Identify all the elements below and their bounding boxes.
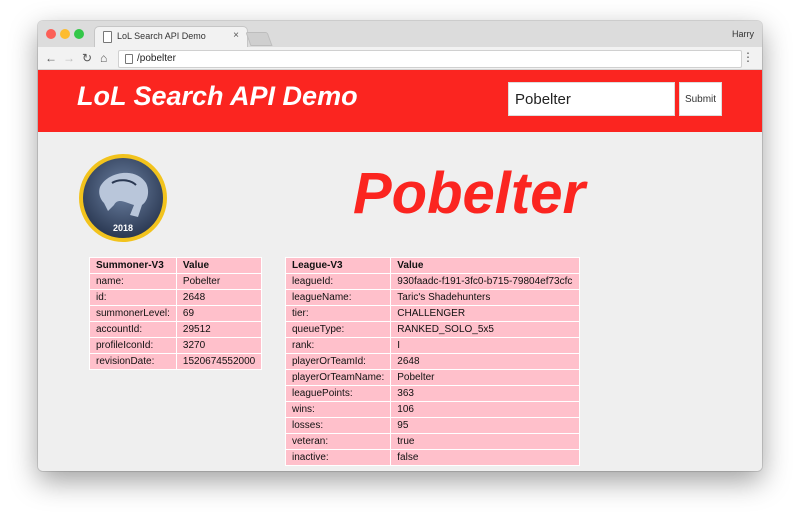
page-content: LoL Search API Demo Submit 2018 Pobelter… (38, 70, 762, 471)
field-value: 2648 (176, 290, 262, 305)
table-row: playerOrTeamName: Pobelter (286, 370, 580, 385)
field-name: losses: (286, 418, 391, 433)
profile-name[interactable]: Harry (732, 29, 754, 39)
address-bar[interactable]: /pobelter (118, 50, 742, 68)
table-row: wins: 106 (286, 402, 580, 417)
search-input[interactable] (508, 82, 675, 116)
field-name: leagueId: (286, 274, 391, 289)
new-tab-button[interactable] (245, 32, 273, 46)
summoner-name-heading: Pobelter (353, 161, 586, 226)
page-icon (125, 54, 133, 64)
column-header: Summoner-V3 (90, 258, 176, 273)
browser-toolbar: ← → ↻ ⌂ /pobelter ⋮ (38, 47, 762, 70)
table-row: losses: 95 (286, 418, 580, 433)
field-name: id: (90, 290, 176, 305)
field-value: Pobelter (391, 370, 580, 385)
column-header: Value (391, 258, 580, 273)
table-row: accountId: 29512 (90, 322, 262, 337)
field-name: queueType: (286, 322, 391, 337)
browser-tab[interactable]: LoL Search API Demo × (95, 27, 247, 47)
reload-icon[interactable]: ↻ (82, 50, 92, 66)
page-icon (103, 31, 112, 43)
tab-title: LoL Search API Demo (117, 31, 206, 41)
field-name: rank: (286, 338, 391, 353)
table-row: rank: I (286, 338, 580, 353)
field-name: leagueName: (286, 290, 391, 305)
table-row: id: 2648 (90, 290, 262, 305)
table-header-row: Summoner-V3 Value (90, 258, 262, 273)
forward-icon[interactable]: → (63, 50, 75, 66)
column-header: League-V3 (286, 258, 391, 273)
table-row: leagueName: Taric's Shadehunters (286, 290, 580, 305)
field-name: playerOrTeamId: (286, 354, 391, 369)
field-name: wins: (286, 402, 391, 417)
field-value: 363 (391, 386, 580, 401)
table-row: inactive: false (286, 450, 580, 465)
field-value: I (391, 338, 580, 353)
home-icon[interactable]: ⌂ (100, 50, 107, 66)
table-header-row: League-V3 Value (286, 258, 580, 273)
zoom-window-button[interactable] (74, 29, 84, 39)
table-row: playerOrTeamId: 2648 (286, 354, 580, 369)
table-row: profileIconId: 3270 (90, 338, 262, 353)
field-name: summonerLevel: (90, 306, 176, 321)
field-name: accountId: (90, 322, 176, 337)
field-name: leaguePoints: (286, 386, 391, 401)
field-value: 2648 (391, 354, 580, 369)
column-header: Value (176, 258, 262, 273)
submit-button[interactable]: Submit (679, 82, 722, 116)
field-value: 29512 (176, 322, 262, 337)
field-name: inactive: (286, 450, 391, 465)
table-row: leaguePoints: 363 (286, 386, 580, 401)
field-name: tier: (286, 306, 391, 321)
profile-icon: 2018 (79, 154, 167, 242)
field-name: revisionDate: (90, 354, 176, 369)
tab-bar: LoL Search API Demo × Harry (38, 21, 762, 47)
minimize-window-button[interactable] (60, 29, 70, 39)
table-row: name: Pobelter (90, 274, 262, 289)
table-row: summonerLevel: 69 (90, 306, 262, 321)
table-row: leagueId: 930faadc-f191-3fc0-b715-79804ef… (286, 274, 580, 289)
field-value: 1520674552000 (176, 354, 262, 369)
table-row: queueType: RANKED_SOLO_5x5 (286, 322, 580, 337)
table-row: tier: CHALLENGER (286, 306, 580, 321)
browser-window: LoL Search API Demo × Harry ← → ↻ ⌂ /pob… (38, 21, 762, 471)
field-value: 95 (391, 418, 580, 433)
menu-icon[interactable]: ⋮ (742, 50, 754, 64)
field-name: profileIconId: (90, 338, 176, 353)
app-title: LoL Search API Demo (77, 81, 358, 111)
table-row: revisionDate: 1520674552000 (90, 354, 262, 369)
field-name: playerOrTeamName: (286, 370, 391, 385)
app-header: LoL Search API Demo Submit (38, 70, 762, 132)
field-name: name: (90, 274, 176, 289)
field-value: CHALLENGER (391, 306, 580, 321)
field-value: 3270 (176, 338, 262, 353)
league-table: League-V3 Value leagueId: 930faadc-f191-3… (285, 257, 581, 466)
field-value: true (391, 434, 580, 449)
field-value: 930faadc-f191-3fc0-b715-79804ef73cfc (391, 274, 580, 289)
field-value: 69 (176, 306, 262, 321)
field-name: veteran: (286, 434, 391, 449)
field-value: false (391, 450, 580, 465)
field-value: Pobelter (176, 274, 262, 289)
icon-year-label: 2018 (113, 223, 133, 233)
summoner-table: Summoner-V3 Value name: Pobelter id: 2648 … (89, 257, 263, 370)
field-value: Taric's Shadehunters (391, 290, 580, 305)
tab-close-icon[interactable]: × (233, 30, 239, 41)
url-text: /pobelter (137, 53, 176, 64)
table-row: veteran: true (286, 434, 580, 449)
close-window-button[interactable] (46, 29, 56, 39)
back-icon[interactable]: ← (45, 50, 57, 66)
field-value: 106 (391, 402, 580, 417)
field-value: RANKED_SOLO_5x5 (391, 322, 580, 337)
